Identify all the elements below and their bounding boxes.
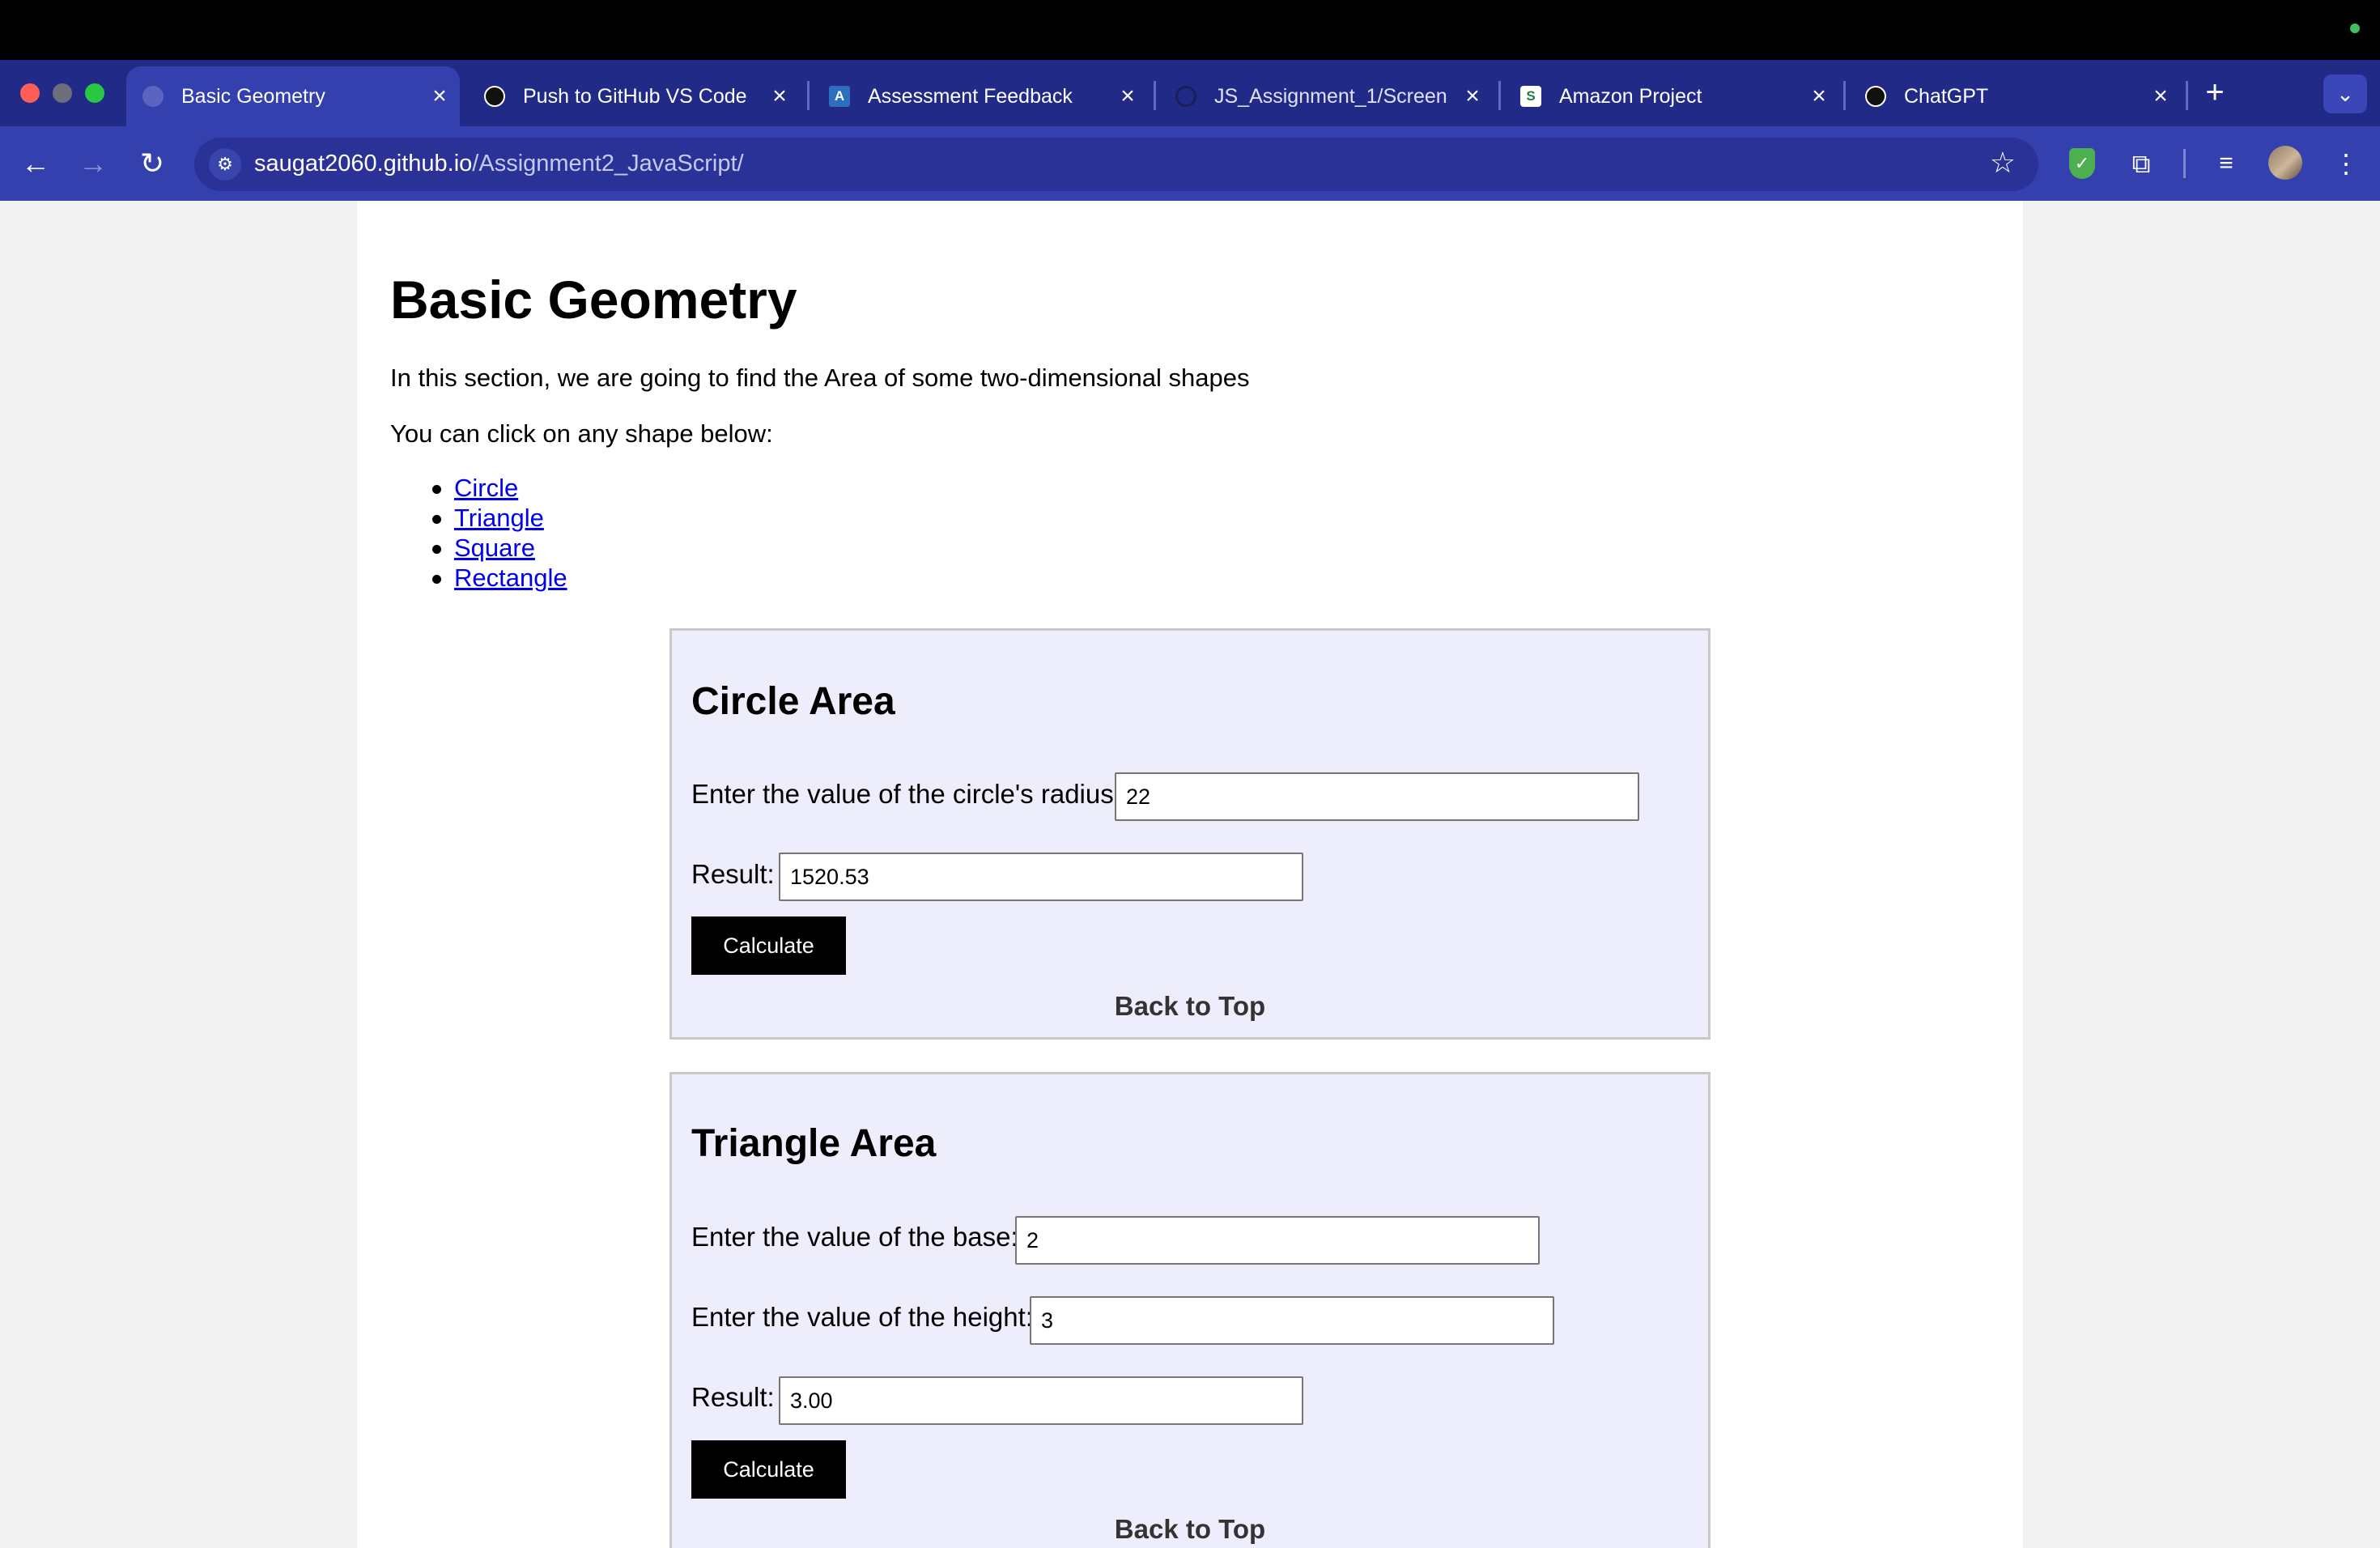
close-icon[interactable]: ×	[1807, 83, 1831, 110]
site-settings-icon[interactable]: ⚙	[209, 148, 241, 181]
circle-area-heading: Circle Area	[691, 680, 895, 723]
tab-search-button[interactable]: ⌄	[2323, 74, 2367, 113]
back-to-top-link[interactable]: Back to Top	[672, 991, 1708, 1022]
close-icon[interactable]: ×	[427, 83, 452, 110]
circle-area-card: Circle Area Enter the value of the circl…	[669, 628, 1711, 1040]
brightspace-icon: A	[829, 86, 850, 107]
list-item: Square	[390, 533, 567, 563]
forward-button[interactable]: →	[72, 142, 114, 185]
tab-separator	[1843, 81, 1846, 110]
intro-text: In this section, we are going to find th…	[390, 364, 1250, 392]
rectangle-link[interactable]: Rectangle	[454, 563, 567, 592]
radius-label: Enter the value of the circle's radius:	[691, 779, 1121, 809]
profile-avatar[interactable]	[2268, 146, 2302, 180]
media-control-icon[interactable]: ≡	[2208, 146, 2244, 181]
circle-result-label: Result:	[691, 859, 775, 889]
circle-result-field[interactable]	[779, 853, 1303, 901]
height-input[interactable]	[1030, 1296, 1554, 1345]
height-label: Enter the value of the height:	[691, 1302, 1033, 1332]
radius-input[interactable]	[1115, 772, 1639, 821]
triangle-result-field[interactable]	[779, 1376, 1303, 1425]
triangle-calculate-button[interactable]: Calculate	[691, 1440, 846, 1499]
openai-icon	[1865, 86, 1886, 107]
back-button[interactable]: ←	[15, 142, 57, 185]
toolbar-separator	[2183, 149, 2186, 178]
close-icon[interactable]: ×	[767, 83, 792, 110]
base-input[interactable]	[1015, 1216, 1540, 1265]
tab-separator	[1498, 81, 1501, 110]
triangle-link[interactable]: Triangle	[454, 504, 544, 532]
maximize-window-button[interactable]	[85, 83, 104, 103]
list-item: Triangle	[390, 503, 567, 533]
tab-separator	[2186, 81, 2188, 110]
circle-link[interactable]: Circle	[454, 474, 518, 502]
close-window-button[interactable]	[20, 83, 40, 103]
shape-link-list: Circle Triangle Square Rectangle	[390, 473, 567, 593]
triangle-result-label: Result:	[691, 1382, 775, 1412]
github-icon	[1175, 86, 1196, 107]
triangle-area-heading: Triangle Area	[691, 1122, 937, 1165]
triangle-area-card: Triangle Area Enter the value of the bas…	[669, 1072, 1711, 1548]
supersimple-icon: S	[1520, 86, 1541, 107]
tab-amazon-project[interactable]: S Amazon Project ×	[1509, 66, 1836, 126]
prompt-text: You can click on any shape below:	[390, 419, 773, 448]
tab-title: Push to GitHub VS Code	[523, 84, 747, 108]
address-bar[interactable]: ⚙ saugat2060.github.io/Assignment2_JavaS…	[194, 138, 2038, 191]
list-item: Circle	[390, 473, 567, 503]
close-icon[interactable]: ×	[2148, 83, 2173, 110]
new-tab-button[interactable]: +	[2199, 74, 2231, 110]
system-menubar	[0, 0, 2380, 60]
url-host: saugat2060.github.io	[254, 151, 473, 176]
url-path: /Assignment2_JavaScript/	[472, 151, 744, 176]
bookmark-star-icon[interactable]: ☆	[1990, 146, 2016, 180]
circle-calculate-button[interactable]: Calculate	[691, 916, 846, 975]
tab-separator	[1154, 81, 1156, 110]
close-icon[interactable]: ×	[1460, 83, 1485, 110]
extensions-puzzle-icon[interactable]: ⧉	[2123, 146, 2159, 181]
tab-title: Assessment Feedback	[868, 84, 1073, 108]
tab-title: Amazon Project	[1559, 84, 1702, 108]
openai-icon	[484, 86, 505, 107]
back-to-top-link[interactable]: Back to Top	[672, 1514, 1708, 1545]
page-title: Basic Geometry	[390, 270, 797, 330]
base-label: Enter the value of the base:	[691, 1222, 1018, 1252]
tab-push-to-github[interactable]: Push to GitHub VS Code ×	[473, 66, 797, 126]
tab-title: Basic Geometry	[181, 84, 325, 108]
close-icon[interactable]: ×	[1116, 83, 1140, 110]
square-link[interactable]: Square	[454, 534, 535, 562]
more-menu-icon[interactable]: ⋮	[2328, 146, 2364, 181]
tab-basic-geometry[interactable]: Basic Geometry ×	[126, 66, 460, 126]
shield-extension-icon[interactable]: ✓	[2069, 148, 2095, 179]
tab-separator	[807, 81, 810, 110]
url-text[interactable]: saugat2060.github.io/Assignment2_JavaScr…	[254, 151, 744, 177]
minimize-window-button[interactable]	[53, 83, 72, 103]
tab-title: JS_Assignment_1/Screen	[1214, 84, 1447, 108]
tab-assessment-feedback[interactable]: A Assessment Feedback ×	[818, 66, 1145, 126]
list-item: Rectangle	[390, 563, 567, 593]
tab-chatgpt[interactable]: ChatGPT ×	[1854, 66, 2178, 126]
tab-js-assignment[interactable]: JS_Assignment_1/Screen ×	[1164, 66, 1490, 126]
status-indicator	[2350, 23, 2360, 33]
reload-button[interactable]: ↻	[131, 142, 173, 185]
globe-icon	[142, 86, 164, 107]
tab-title: ChatGPT	[1904, 84, 1989, 108]
